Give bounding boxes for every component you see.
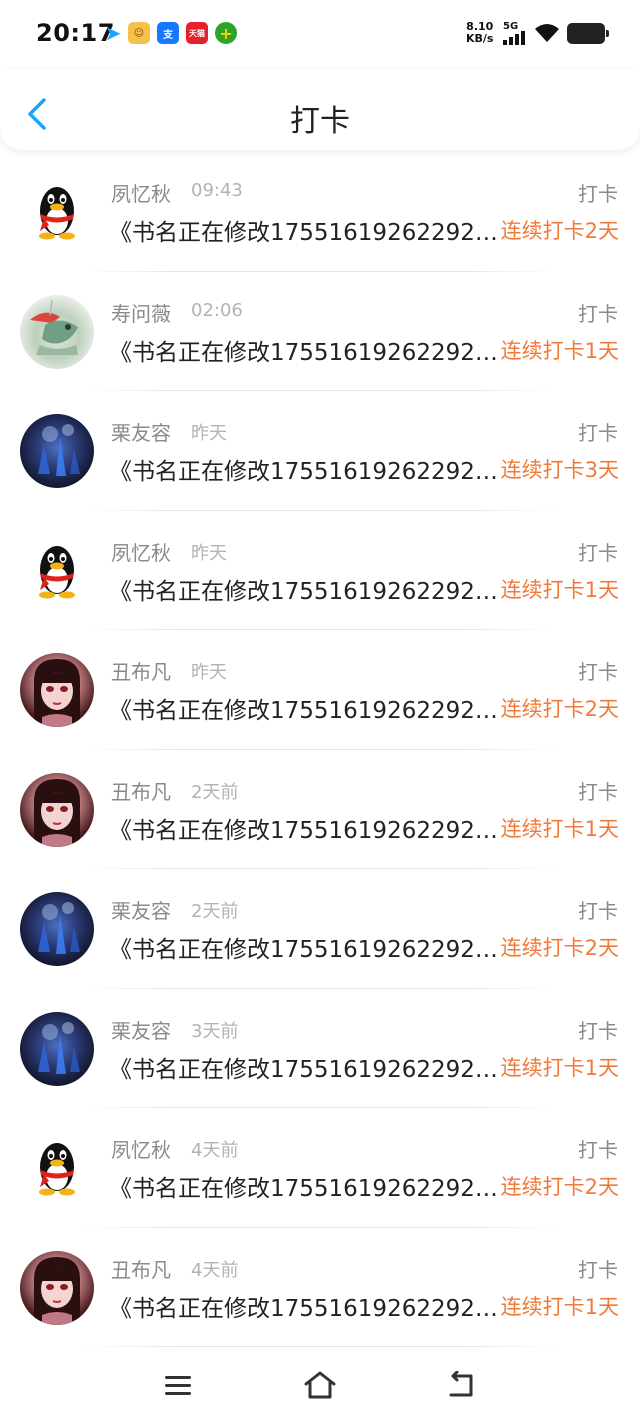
user-name: 夙忆秋	[111, 1138, 171, 1162]
checkin-time: 09:43	[191, 180, 243, 201]
book-title: 《书名正在修改17551619262292124》	[109, 220, 499, 246]
home-icon	[304, 1371, 336, 1399]
list-item[interactable]: 夙忆秋 09:43 打卡《书名正在修改17551619262292124》 连续打卡2…	[0, 152, 640, 272]
action-label: 打卡	[578, 660, 618, 684]
list-item[interactable]: 栗友容 2天前 打卡《书名正在修改17551619262292124》 连续打卡2天	[0, 869, 640, 989]
battery-icon	[567, 23, 609, 44]
user-name: 栗友容	[111, 1018, 171, 1043]
list-item[interactable]: 丑布凡 2天前 打卡《书名正在修改17551619262292124》 连续打卡1天	[0, 750, 640, 869]
action-label: 打卡	[578, 1018, 618, 1043]
streak-label: 连续打卡1天	[500, 338, 619, 363]
streak-label: 连续打卡2天	[500, 936, 619, 960]
avatar[interactable]	[20, 892, 94, 966]
checkin-time: 2天前	[191, 901, 239, 922]
alipay-icon: 支	[157, 22, 179, 44]
avatar[interactable]	[20, 1011, 94, 1086]
user-name: 丑布凡	[111, 1257, 171, 1282]
book-title: 《书名正在修改17551619262292124》	[109, 1056, 499, 1083]
list-item[interactable]: 夙忆秋 4天前 打卡《书名正在修改17551619262292124》 连续打卡2天	[0, 1108, 640, 1228]
page-title: 打卡	[290, 104, 350, 139]
streak-label: 连续打卡3天	[500, 458, 619, 482]
avatar[interactable]	[20, 294, 94, 369]
checkin-time: 昨天	[191, 542, 227, 564]
streak-label: 连续打卡2天	[500, 1175, 619, 1199]
checkin-screen: 20:17 ➤ ☺ 支 天猫 + 8.10 KB/s 5G 打卡 夙忆秋 09:…	[0, 0, 640, 1422]
action-label: 打卡	[578, 182, 618, 206]
action-label: 打卡	[578, 540, 618, 565]
avatar[interactable]	[20, 533, 94, 608]
avatar[interactable]	[20, 653, 94, 727]
action-label: 打卡	[578, 899, 618, 923]
back-return-icon	[449, 1371, 473, 1397]
list-item[interactable]: 寿问薇 02:06 打卡《书名正在修改17551619262292124》 连续打卡1…	[0, 272, 640, 391]
return-button[interactable]	[442, 1367, 482, 1403]
wifi-icon	[534, 22, 560, 44]
action-label: 打卡	[578, 1138, 618, 1162]
action-label: 打卡	[578, 779, 618, 804]
streak-label: 连续打卡1天	[500, 577, 619, 602]
cell-signal-icon: 5G	[503, 21, 531, 45]
book-title: 《书名正在修改17551619262292124》	[109, 459, 499, 485]
status-bar: 20:17 ➤ ☺ 支 天猫 + 8.10 KB/s 5G	[0, 0, 640, 70]
avatar[interactable]	[20, 772, 94, 847]
user-name: 夙忆秋	[111, 182, 171, 206]
book-title: 《书名正在修改17551619262292124》	[109, 937, 499, 963]
streak-label: 连续打卡1天	[500, 1055, 619, 1080]
list-item[interactable]: 丑布凡 昨天 打卡《书名正在修改17551619262292124》 连续打卡2天	[0, 630, 640, 750]
checkin-time: 昨天	[191, 662, 227, 683]
book-title: 《书名正在修改17551619262292124》	[109, 1176, 499, 1202]
avatar[interactable]	[20, 175, 94, 249]
net-speed-unit: KB/s	[466, 32, 494, 45]
tmall-icon: 天猫	[186, 22, 208, 44]
arrow-app-icon: ➤	[104, 21, 122, 45]
list-item[interactable]: 夙忆秋 昨天 打卡《书名正在修改17551619262292124》 连续打卡1天	[0, 511, 640, 630]
user-name: 寿问薇	[111, 301, 171, 326]
book-title: 《书名正在修改17551619262292124》	[109, 339, 499, 366]
avatar[interactable]	[20, 1131, 94, 1205]
action-label: 打卡	[578, 421, 618, 445]
book-title: 《书名正在修改17551619262292124》	[109, 578, 499, 605]
face-app-icon: ☺	[128, 22, 150, 44]
user-name: 栗友容	[111, 421, 171, 445]
plus-app-icon: +	[215, 22, 237, 44]
home-button[interactable]	[300, 1367, 340, 1403]
status-time: 20:17	[36, 19, 115, 47]
book-title: 《书名正在修改17551619262292124》	[109, 698, 499, 724]
user-name: 丑布凡	[111, 779, 171, 804]
checkin-time: 4天前	[191, 1140, 239, 1161]
avatar[interactable]	[20, 1250, 94, 1325]
system-nav-bar	[0, 1345, 640, 1422]
checkin-list: 夙忆秋 09:43 打卡 《书名正在修改17551619262292124》 连续打卡2…	[0, 152, 640, 1347]
user-name: 栗友容	[111, 899, 171, 923]
book-title: 《书名正在修改17551619262292124》	[109, 817, 499, 844]
notification-icons: ➤ ☺ 支 天猫 +	[104, 21, 237, 45]
user-name: 丑布凡	[111, 660, 171, 684]
book-title: 《书名正在修改17551619262292124》	[109, 1295, 499, 1322]
net-speed: 8.10 KB/s	[466, 21, 493, 45]
streak-label: 连续打卡2天	[500, 697, 619, 721]
checkin-time: 2天前	[191, 781, 239, 803]
checkin-time: 昨天	[191, 423, 227, 444]
checkin-time: 4天前	[191, 1259, 239, 1281]
user-name: 夙忆秋	[111, 540, 171, 565]
menu-button[interactable]	[158, 1367, 198, 1403]
checkin-time: 02:06	[191, 299, 243, 321]
streak-label: 连续打卡2天	[500, 219, 619, 243]
avatar[interactable]	[20, 414, 94, 488]
action-label: 打卡	[578, 301, 618, 326]
list-item[interactable]: 栗友容 3天前 打卡《书名正在修改17551619262292124》 连续打卡1天	[0, 989, 640, 1108]
list-item[interactable]: 栗友容 昨天 打卡《书名正在修改17551619262292124》 连续打卡3天	[0, 391, 640, 511]
action-label: 打卡	[578, 1257, 618, 1282]
app-header: 打卡	[0, 70, 640, 150]
menu-icon	[165, 1376, 191, 1395]
streak-label: 连续打卡1天	[500, 1294, 619, 1319]
checkin-time: 3天前	[191, 1020, 239, 1042]
list-item[interactable]: 丑布凡 4天前 打卡《书名正在修改17551619262292124》 连续打卡1天	[0, 1228, 640, 1347]
streak-label: 连续打卡1天	[500, 816, 619, 841]
